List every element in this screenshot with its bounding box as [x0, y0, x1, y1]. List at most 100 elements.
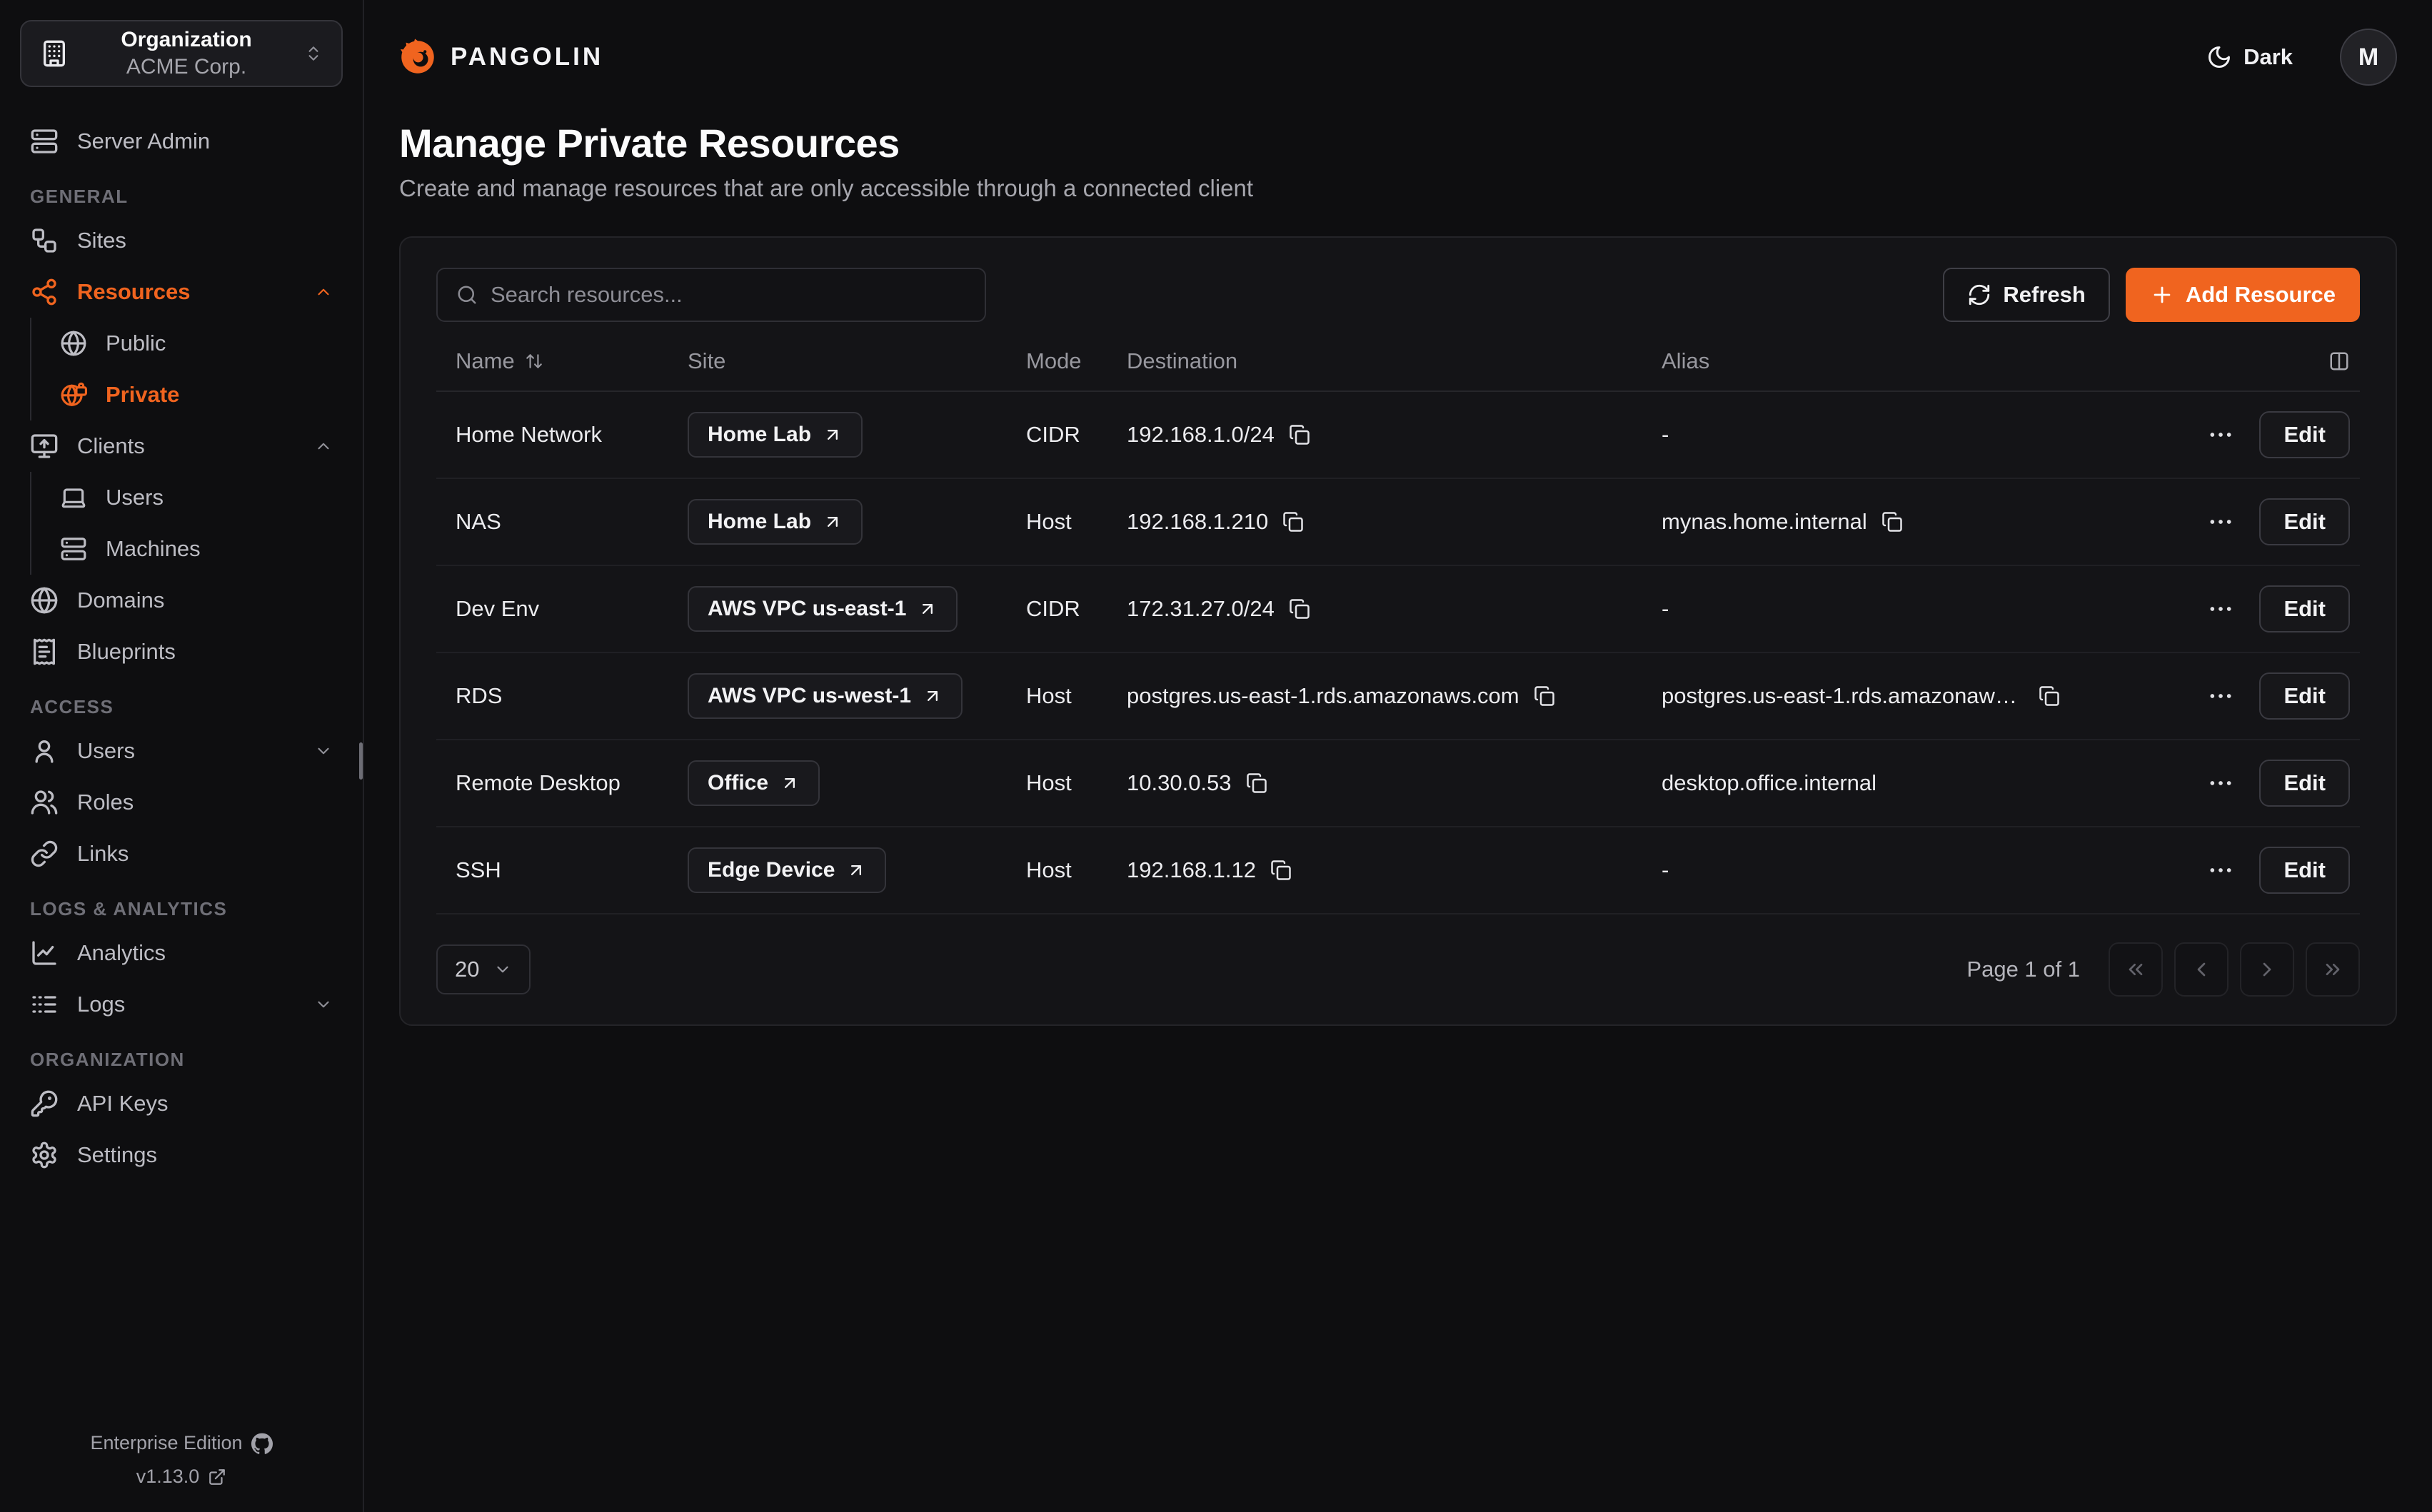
copy-icon: [1289, 598, 1310, 620]
copy-icon: [1246, 772, 1267, 794]
clients-submenu: Users Machines: [30, 472, 343, 575]
cell-name: NAS: [456, 509, 688, 535]
cell-name: RDS: [456, 683, 688, 709]
copy-destination-button[interactable]: [1289, 424, 1310, 445]
sidebar-item-client-users[interactable]: Users: [31, 472, 343, 523]
last-page-button[interactable]: [2306, 942, 2360, 997]
ellipsis-icon: [2206, 595, 2235, 623]
row-menu-button[interactable]: [2206, 769, 2235, 797]
site-link[interactable]: Office: [688, 760, 820, 806]
sidebar-item-public[interactable]: Public: [31, 318, 343, 369]
sidebar-item-resources[interactable]: Resources: [20, 266, 343, 318]
external-link-icon[interactable]: [208, 1468, 226, 1486]
cell-destination: 192.168.1.12: [1127, 857, 1662, 883]
site-link[interactable]: AWS VPC us-west-1: [688, 673, 963, 719]
moon-icon: [2206, 44, 2232, 70]
section-logs-analytics: LOGS & ANALYTICS: [30, 898, 333, 920]
cell-mode: Host: [1026, 857, 1127, 883]
copy-destination-button[interactable]: [1246, 772, 1267, 794]
columns-button[interactable]: [2328, 351, 2350, 372]
sidebar-item-api-keys[interactable]: API Keys: [20, 1078, 343, 1129]
arrow-up-right-icon: [823, 512, 843, 532]
row-menu-button[interactable]: [2206, 682, 2235, 710]
add-resource-button[interactable]: Add Resource: [2126, 268, 2360, 322]
brand-name: PANGOLIN: [451, 43, 603, 71]
copy-alias-button[interactable]: [2039, 685, 2060, 707]
theme-toggle-button[interactable]: Dark: [2206, 44, 2293, 70]
sidebar-item-domains[interactable]: Domains: [20, 575, 343, 626]
sidebar-footer: Enterprise Edition v1.13.0: [0, 1432, 363, 1488]
site-link[interactable]: AWS VPC us-east-1: [688, 586, 958, 632]
edit-button[interactable]: Edit: [2259, 760, 2350, 807]
github-icon[interactable]: [251, 1433, 273, 1454]
building-icon: [40, 39, 69, 68]
edit-button[interactable]: Edit: [2259, 847, 2350, 894]
sidebar-item-server-admin[interactable]: Server Admin: [20, 116, 343, 167]
sidebar-item-clients[interactable]: Clients: [20, 420, 343, 472]
cell-destination: 10.30.0.53: [1127, 770, 1662, 796]
cell-name: SSH: [456, 857, 688, 883]
copy-destination-button[interactable]: [1282, 511, 1304, 533]
search-input[interactable]: [491, 282, 966, 308]
ellipsis-icon: [2206, 420, 2235, 449]
cell-site: Home Lab: [688, 499, 1026, 545]
chevrons-left-icon: [2124, 958, 2147, 981]
refresh-icon: [1967, 283, 1991, 307]
edit-button[interactable]: Edit: [2259, 672, 2350, 720]
sidebar-item-private[interactable]: Private: [31, 369, 343, 420]
sidebar-item-settings[interactable]: Settings: [20, 1129, 343, 1181]
sidebar-item-users[interactable]: Users: [20, 725, 343, 777]
copy-destination-button[interactable]: [1289, 598, 1310, 620]
edit-button[interactable]: Edit: [2259, 411, 2350, 458]
copy-destination-button[interactable]: [1270, 860, 1292, 881]
pager-buttons: [2109, 942, 2360, 997]
sidebar-item-logs[interactable]: Logs: [20, 979, 343, 1030]
sidebar-item-roles[interactable]: Roles: [20, 777, 343, 828]
column-header-name[interactable]: Name: [456, 348, 688, 374]
sidebar-item-sites[interactable]: Sites: [20, 215, 343, 266]
org-switcher[interactable]: Organization ACME Corp.: [20, 20, 343, 87]
theme-label: Dark: [2243, 44, 2293, 70]
cell-alias: -: [1662, 857, 2060, 883]
copy-alias-button[interactable]: [1881, 511, 1903, 533]
cell-name: Remote Desktop: [456, 770, 688, 796]
previous-page-button[interactable]: [2174, 942, 2229, 997]
sidebar-scrollbar[interactable]: [359, 742, 363, 780]
edit-button[interactable]: Edit: [2259, 498, 2350, 545]
row-menu-button[interactable]: [2206, 595, 2235, 623]
toolbar: Refresh Add Resource: [436, 268, 2360, 322]
page-size-select[interactable]: 20: [436, 944, 531, 994]
chevron-up-icon: [314, 437, 333, 455]
refresh-button[interactable]: Refresh: [1943, 268, 2109, 322]
chevron-up-icon: [314, 283, 333, 301]
section-access: ACCESS: [30, 696, 333, 718]
site-link[interactable]: Home Lab: [688, 499, 863, 545]
cell-name: Home Network: [456, 422, 688, 448]
sidebar-item-analytics[interactable]: Analytics: [20, 927, 343, 979]
resources-card: Refresh Add Resource Name: [399, 236, 2397, 1026]
header-right: Dark M: [2206, 29, 2397, 86]
pangolin-logo-icon: [399, 39, 436, 76]
cell-actions: Edit: [2060, 411, 2360, 458]
arrow-up-right-icon: [823, 425, 843, 445]
sidebar-item-machines[interactable]: Machines: [31, 523, 343, 575]
arrow-up-right-icon: [846, 860, 866, 880]
row-menu-button[interactable]: [2206, 856, 2235, 884]
site-link[interactable]: Edge Device: [688, 847, 886, 893]
row-menu-button[interactable]: [2206, 508, 2235, 536]
cell-site: Office: [688, 760, 1026, 806]
search-box[interactable]: [436, 268, 986, 322]
globe-lock-icon: [60, 381, 87, 408]
avatar[interactable]: M: [2340, 29, 2397, 86]
next-page-button[interactable]: [2240, 942, 2294, 997]
copy-destination-button[interactable]: [1534, 685, 1555, 707]
edit-button[interactable]: Edit: [2259, 585, 2350, 632]
cell-mode: Host: [1026, 509, 1127, 535]
sidebar-item-blueprints[interactable]: Blueprints: [20, 626, 343, 677]
first-page-button[interactable]: [2109, 942, 2163, 997]
site-link[interactable]: Home Lab: [688, 412, 863, 458]
sidebar-item-links[interactable]: Links: [20, 828, 343, 880]
row-menu-button[interactable]: [2206, 420, 2235, 449]
chevron-down-icon: [314, 995, 333, 1014]
org-value: ACME Corp.: [84, 54, 288, 80]
